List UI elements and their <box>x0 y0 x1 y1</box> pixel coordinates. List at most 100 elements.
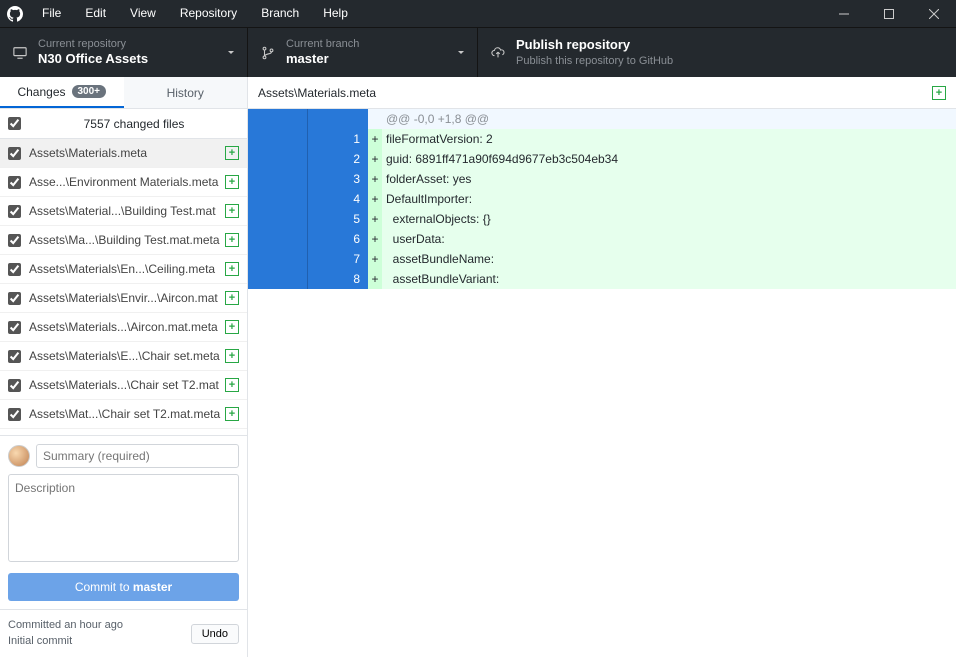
file-row[interactable]: Assets\Material...\Building Test.mat+ <box>0 197 247 226</box>
repo-label: Current repository <box>38 37 148 51</box>
file-name: Assets\Mat...\Chair set T2.mat.meta <box>29 407 225 421</box>
last-commit-title: Initial commit <box>8 634 123 649</box>
chevron-down-icon <box>227 46 235 60</box>
file-name: Assets\Materials\En...\Ceiling.meta <box>29 262 225 276</box>
branch-label: Current branch <box>286 37 359 51</box>
file-name: Assets\Materials\Envir...\Aircon.mat <box>29 291 225 305</box>
file-name: Assets\Materials...\Aircon.mat.meta <box>29 320 225 334</box>
file-row[interactable]: Assets\Mat...\Chair set T2.mat.meta+ <box>0 400 247 429</box>
file-checkbox[interactable] <box>8 321 21 334</box>
diff-line: 3+folderAsset: yes <box>248 169 956 189</box>
added-icon: + <box>225 262 239 276</box>
menu-view[interactable]: View <box>118 0 168 27</box>
added-icon: + <box>225 146 239 160</box>
menu-repository[interactable]: Repository <box>168 0 249 27</box>
added-icon: + <box>225 320 239 334</box>
file-checkbox[interactable] <box>8 292 21 305</box>
sidebar: Changes 300+ History 7557 changed files … <box>0 77 248 657</box>
added-icon: + <box>225 407 239 421</box>
github-logo-icon <box>0 6 30 22</box>
cloud-upload-icon <box>490 46 506 60</box>
undo-button[interactable]: Undo <box>191 624 239 644</box>
publish-sub: Publish this repository to GitHub <box>516 54 673 68</box>
file-name: Asse...\Environment Materials.meta <box>29 175 225 189</box>
file-name: Assets\Materials.meta <box>29 146 225 160</box>
added-icon: + <box>225 349 239 363</box>
tab-history-label: History <box>167 86 204 100</box>
added-icon: + <box>225 204 239 218</box>
publish-repository-button[interactable]: Publish repository Publish this reposito… <box>478 28 956 77</box>
summary-input[interactable] <box>36 444 239 468</box>
file-checkbox[interactable] <box>8 350 21 363</box>
file-checkbox[interactable] <box>8 205 21 218</box>
menu-branch[interactable]: Branch <box>249 0 311 27</box>
current-branch-dropdown[interactable]: Current branch master <box>248 28 478 77</box>
file-checkbox[interactable] <box>8 147 21 160</box>
publish-title: Publish repository <box>516 37 673 54</box>
file-checkbox[interactable] <box>8 263 21 276</box>
select-all-checkbox[interactable] <box>8 117 21 130</box>
undo-bar: Committed an hour ago Initial commit Und… <box>0 609 247 657</box>
added-icon: + <box>225 233 239 247</box>
file-checkbox[interactable] <box>8 379 21 392</box>
menu-help[interactable]: Help <box>311 0 360 27</box>
diff-panel: Assets\Materials.meta + @@ -0,0 +1,8 @@1… <box>248 77 956 657</box>
tab-changes[interactable]: Changes 300+ <box>0 77 124 108</box>
file-row[interactable]: Assets\Materials\E...\Chair set.meta+ <box>0 342 247 371</box>
added-icon: + <box>932 86 946 100</box>
avatar <box>8 445 30 467</box>
file-row[interactable]: Assets\Materials.meta+ <box>0 139 247 168</box>
file-row[interactable]: Assets\Materials\Envir...\Aircon.mat+ <box>0 284 247 313</box>
file-row[interactable]: Assets\Materials...\Aircon.mat.meta+ <box>0 313 247 342</box>
diff-line: 7+ assetBundleName: <box>248 249 956 269</box>
window-controls <box>821 0 956 27</box>
file-checkbox[interactable] <box>8 234 21 247</box>
diff-file-path: Assets\Materials.meta <box>258 86 932 100</box>
titlebar: File Edit View Repository Branch Help <box>0 0 956 27</box>
main: Changes 300+ History 7557 changed files … <box>0 77 956 657</box>
changes-count-badge: 300+ <box>72 85 107 98</box>
added-icon: + <box>225 291 239 305</box>
app-menu: File Edit View Repository Branch Help <box>30 0 360 27</box>
tab-history[interactable]: History <box>124 77 248 108</box>
desktop-icon <box>12 46 28 60</box>
diff-line: 8+ assetBundleVariant: <box>248 269 956 289</box>
commit-form: Commit to master <box>0 435 247 609</box>
file-checkbox[interactable] <box>8 408 21 421</box>
file-row[interactable]: Assets\Materials...\Chair set T2.mat+ <box>0 371 247 400</box>
file-row[interactable]: Assets\Ma...\Building Test.mat.meta+ <box>0 226 247 255</box>
changed-files-header: 7557 changed files <box>0 109 247 139</box>
current-repository-dropdown[interactable]: Current repository N30 Office Assets <box>0 28 248 77</box>
repo-name: N30 Office Assets <box>38 51 148 68</box>
last-commit-time: Committed an hour ago <box>8 618 123 633</box>
file-name: Assets\Material...\Building Test.mat <box>29 204 225 218</box>
branch-icon <box>260 46 276 60</box>
diff-line: 1+fileFormatVersion: 2 <box>248 129 956 149</box>
file-row[interactable]: Asse...\Environment Materials.meta+ <box>0 168 247 197</box>
diff-line: 2+guid: 6891ff471a90f694d9677eb3c504eb34 <box>248 149 956 169</box>
file-row[interactable]: Assets\Materials\En...\Ceiling.meta+ <box>0 255 247 284</box>
diff-line: 6+ userData: <box>248 229 956 249</box>
toolbar: Current repository N30 Office Assets Cur… <box>0 27 956 77</box>
file-name: Assets\Materials\E...\Chair set.meta <box>29 349 225 363</box>
changed-files-count: 7557 changed files <box>29 117 239 131</box>
file-name: Assets\Ma...\Building Test.mat.meta <box>29 233 225 247</box>
close-button[interactable] <box>911 0 956 27</box>
diff-line: 5+ externalObjects: {} <box>248 209 956 229</box>
diff-line: 4+DefaultImporter: <box>248 189 956 209</box>
added-icon: + <box>225 378 239 392</box>
file-name: Assets\Materials...\Chair set T2.mat <box>29 378 225 392</box>
file-checkbox[interactable] <box>8 176 21 189</box>
commit-button[interactable]: Commit to master <box>8 573 239 601</box>
added-icon: + <box>225 175 239 189</box>
minimize-button[interactable] <box>821 0 866 27</box>
maximize-button[interactable] <box>866 0 911 27</box>
menu-file[interactable]: File <box>30 0 73 27</box>
diff-hunk-header: @@ -0,0 +1,8 @@ <box>248 109 956 129</box>
diff-header: Assets\Materials.meta + <box>248 77 956 109</box>
tab-changes-label: Changes <box>17 85 65 99</box>
description-input[interactable] <box>8 474 239 562</box>
diff-body[interactable]: @@ -0,0 +1,8 @@1+fileFormatVersion: 22+g… <box>248 109 956 657</box>
menu-edit[interactable]: Edit <box>73 0 118 27</box>
branch-name: master <box>286 51 359 68</box>
